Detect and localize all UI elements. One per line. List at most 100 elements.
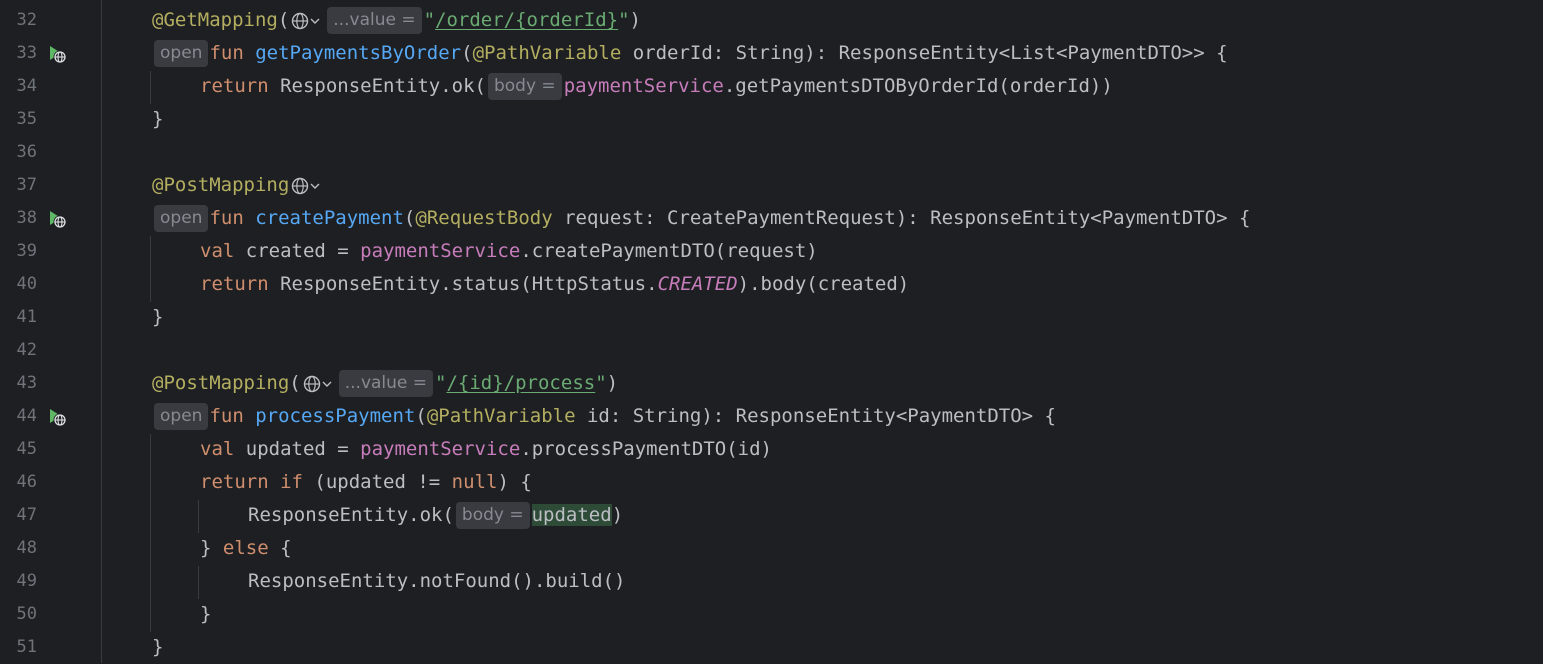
code-token: } [152,306,164,328]
indent-guide [150,236,151,302]
code-token: updated = [245,438,361,460]
code-token: orderId: String): ResponseEntity<List<Pa… [621,42,1228,64]
code-token: ResponseEntity.ok( [280,75,486,97]
code-line[interactable]: val created = paymentService.createPayme… [200,235,818,268]
code-token: { [280,537,292,559]
web-request-icon[interactable] [289,9,325,33]
code-line[interactable]: return ResponseEntity.ok(body = paymentSe… [200,70,1113,103]
gutter-row: 35 [0,103,101,136]
gutter-row: 38 [0,202,101,235]
gutter-row: 41 [0,301,101,334]
parameter-hint: body = [455,502,530,529]
parameter-hint: ...value = [327,7,422,34]
code-token: } [200,603,212,625]
run-endpoint-icon[interactable] [46,406,68,428]
code-token: ( [415,405,427,427]
code-token: paymentService [563,75,724,97]
code-line[interactable]: @PostMapping(...value = "/{id}/process") [152,367,618,400]
code-token: ) [606,372,619,394]
gutter-row: 34 [0,70,101,103]
code-token: /{id}/process [446,372,596,394]
code-token: ( [277,9,290,31]
code-line[interactable]: } [152,301,163,334]
gutter-row: 32 [0,4,101,37]
code-line[interactable]: } else { [200,532,292,565]
code-line[interactable]: } [152,631,163,664]
code-token: paymentService [360,438,521,460]
code-line[interactable]: } [200,598,211,631]
code-token: ) [629,9,641,31]
indent-guide [198,500,199,533]
code-line[interactable]: return if (updated != null) { [200,466,532,499]
run-endpoint-icon[interactable] [46,208,68,230]
line-number: 40 [16,274,37,294]
code-token: ( [461,42,473,64]
code-line[interactable]: ResponseEntity.notFound().build() [248,565,626,598]
code-token: } [152,108,164,130]
gutter-row: 39 [0,235,101,268]
code-line[interactable]: open fun getPaymentsByOrder(@PathVariable… [152,37,1228,70]
code-token: val [200,240,246,262]
code-token: ( [289,372,301,394]
code-token: " [595,372,607,394]
line-number: 45 [16,439,37,459]
gutter-row: 47 [0,499,101,532]
gutter-row: 40 [0,268,101,301]
line-number: 50 [16,604,37,624]
code-token: /order/{orderId} [435,9,619,31]
code-token: paymentService [360,240,521,262]
gutter-row: 44 [0,400,101,433]
code-token: fun [209,42,256,64]
code-token: .processPaymentDTO(id) [520,438,772,460]
code-token: @RequestBody [415,207,553,229]
indent-guide [150,434,151,632]
code-token: CREATED [657,273,738,295]
line-gutter: 32 33 34 35 36 37 38 39 40 41 42 43 44 45 46 47 48 49 50 51 [0,0,102,663]
open-modifier-hint: open [154,40,209,67]
gutter-row: 37 [0,169,101,202]
run-endpoint-icon[interactable] [46,43,68,65]
line-number: 37 [16,175,37,195]
line-number: 34 [16,76,37,96]
code-token: " [435,372,447,394]
web-request-icon[interactable] [301,372,337,396]
parameter-hint: body = [487,73,562,100]
gutter-row: 42 [0,334,101,367]
code-line[interactable]: return ResponseEntity.status(HttpStatus.… [200,268,909,301]
code-token: .getPaymentsDTOByOrderId(orderId)) [723,75,1113,97]
gutter-row: 48 [0,532,101,565]
code-token: (updated != [314,471,452,493]
code-token: " [423,9,436,31]
code-token: ).body(created) [737,273,910,295]
code-token: ( [403,207,416,229]
code-line[interactable]: @GetMapping(...value = "/order/{orderId}"… [152,4,641,37]
web-request-icon[interactable] [289,174,325,198]
code-editor[interactable]: 32 33 34 35 36 37 38 39 40 41 42 43 44 45 46 47 48 49 50 51… [0,0,1543,663]
code-token: @PathVariable [472,42,622,64]
code-token: @PostMapping [152,372,290,394]
code-line[interactable]: val updated = paymentService.processPaym… [200,433,772,466]
line-number: 33 [16,43,37,63]
code-token: @PostMapping [152,174,290,196]
gutter-row: 43 [0,367,101,400]
code-token: ResponseEntity.ok( [248,504,454,526]
code-token: return if [200,471,315,493]
code-token: " [618,9,630,31]
gutter-row: 33 [0,37,101,70]
line-number: 42 [16,340,37,360]
code-token: created = [245,240,361,262]
code-line[interactable]: open fun processPayment(@PathVariable id:… [152,400,1056,433]
code-line[interactable]: open fun createPayment(@RequestBody reque… [152,202,1250,235]
line-number: 51 [16,637,37,657]
code-token: return [200,75,281,97]
gutter-row: 49 [0,565,101,598]
code-token: null [451,471,498,493]
code-token: fun [209,405,256,427]
code-line[interactable]: @PostMapping [152,169,325,202]
line-number: 41 [16,307,37,327]
code-token: updated [531,504,612,526]
code-token: @GetMapping [152,9,278,31]
code-token: createPayment [255,207,404,229]
code-line[interactable]: ResponseEntity.ok(body = updated) [248,499,623,532]
code-line[interactable]: } [152,103,163,136]
